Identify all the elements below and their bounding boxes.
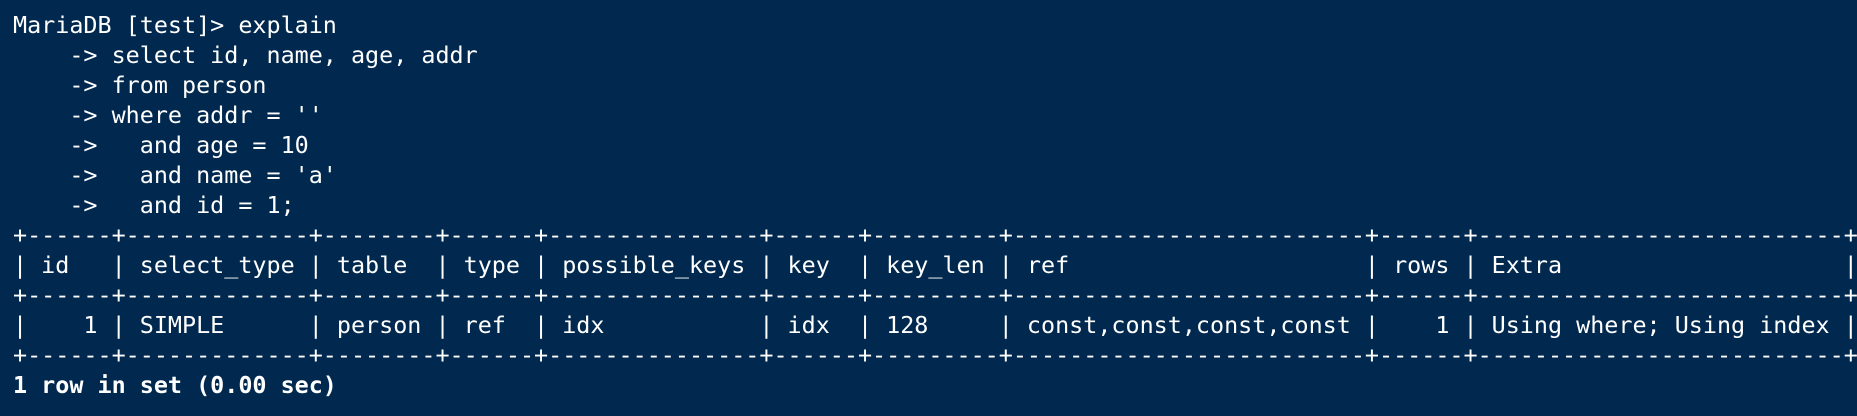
prompt-line: MariaDB [test]> explain (13, 11, 337, 39)
terminal-window[interactable]: MariaDB [test]> explain -> select id, na… (0, 0, 1857, 416)
result-table-row: | 1 | SIMPLE | person | ref | idx | idx … (13, 311, 1857, 339)
query-status-line: 1 row in set (0.00 sec) (13, 371, 337, 399)
result-table-border-bottom: +------+-------------+--------+------+--… (13, 341, 1857, 369)
result-table-border-top: +------+-------------+--------+------+--… (13, 221, 1857, 249)
query-continuation-line: -> and name = 'a' (13, 161, 337, 189)
result-table-header-row: | id | select_type | table | type | poss… (13, 251, 1857, 279)
query-continuation-line: -> and id = 1; (13, 191, 295, 219)
result-table-separator: +------+-------------+--------+------+--… (13, 281, 1857, 309)
query-continuation-line: -> where addr = '' (13, 101, 323, 129)
query-continuation-line: -> select id, name, age, addr (13, 41, 478, 69)
query-continuation-line: -> and age = 10 (13, 131, 309, 159)
query-continuation-line: -> from person (13, 71, 267, 99)
